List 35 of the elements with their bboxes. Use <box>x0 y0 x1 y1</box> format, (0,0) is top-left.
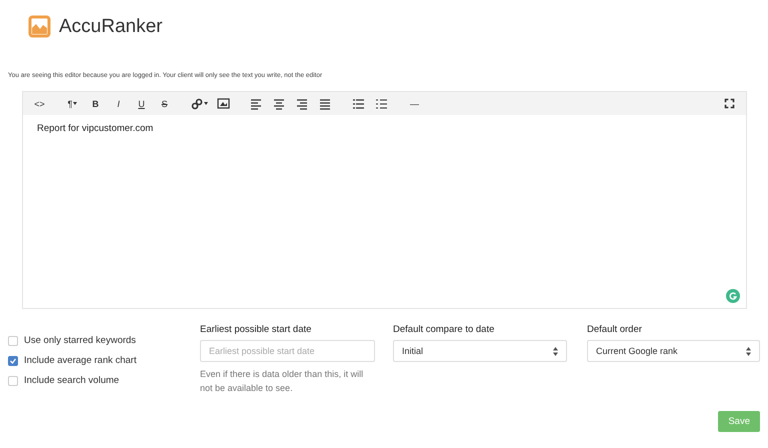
checkbox[interactable] <box>8 356 18 366</box>
checkbox-label: Include average rank chart <box>24 355 136 366</box>
brand-name: AccuRanker <box>59 16 162 38</box>
field-label: Earliest possible start date <box>200 324 312 335</box>
field-label: Default order <box>587 324 643 335</box>
format-button[interactable]: <> <box>29 94 50 114</box>
checkbox[interactable] <box>8 336 18 346</box>
justify-icon <box>319 96 332 110</box>
grammar-checker-icon <box>726 289 740 303</box>
format-button[interactable]: U <box>131 94 152 114</box>
format-button[interactable]: S <box>154 94 175 114</box>
align-right-icon <box>296 96 309 110</box>
checkbox[interactable] <box>8 376 18 386</box>
logo-icon <box>28 15 51 38</box>
field-label: Default compare to date <box>393 324 496 335</box>
checkbox-label: Use only starred keywords <box>24 335 136 346</box>
image-icon <box>217 96 230 110</box>
align-center-icon <box>273 96 286 110</box>
select-arrows-icon <box>746 346 751 356</box>
start-date-field[interactable]: Earliest possible start date <box>200 340 375 362</box>
select-arrows-icon <box>553 346 558 356</box>
format-button[interactable]: I <box>108 94 129 114</box>
help-text: Even if there is data older than this, it will not be available to see. <box>200 368 364 395</box>
order-select[interactable]: Current Google rank <box>587 340 760 362</box>
link-icon <box>190 96 203 110</box>
compare-date-select[interactable]: Initial <box>393 340 567 362</box>
fullscreen-icon <box>724 98 735 109</box>
numbered-list-icon <box>375 96 388 110</box>
align-left-icon <box>250 96 263 110</box>
format-button[interactable]: — <box>404 94 425 114</box>
format-button[interactable]: ¶ <box>62 94 83 114</box>
editor-content[interactable]: Report for vipcustomer.com <box>37 123 154 134</box>
checkbox-label: Include search volume <box>24 375 120 386</box>
format-button[interactable]: B <box>85 94 106 114</box>
bulleted-list-icon <box>352 96 365 110</box>
